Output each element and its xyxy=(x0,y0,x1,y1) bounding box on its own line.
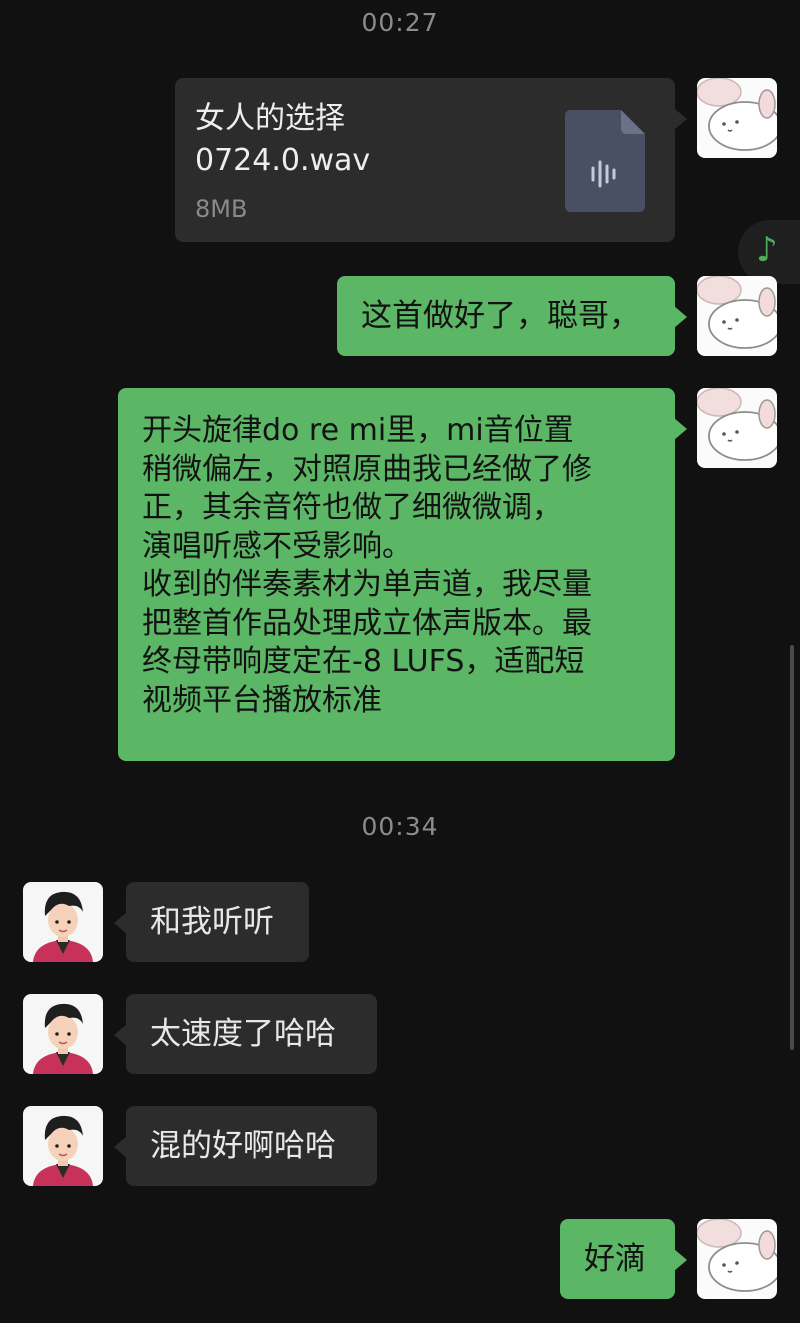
timestamp: 00:27 xyxy=(361,8,439,37)
contact-avatar[interactable] xyxy=(23,994,103,1074)
bunny-avatar-icon xyxy=(697,388,777,468)
bunny-avatar-icon xyxy=(697,1219,777,1299)
cartoon-man-avatar-icon xyxy=(23,1106,103,1186)
file-name: 女人的选择 0724.0.wav xyxy=(195,101,371,178)
timestamp: 00:34 xyxy=(361,812,439,841)
cartoon-man-avatar-icon xyxy=(23,882,103,962)
message-bubble-self[interactable]: 这首做好了，聪哥， xyxy=(337,276,687,356)
self-avatar[interactable] xyxy=(697,1219,777,1299)
audio-file-icon xyxy=(565,110,645,212)
scrollbar[interactable] xyxy=(790,645,794,1050)
message-text: 和我听听 xyxy=(150,904,274,940)
message-text: 这首做好了，聪哥， xyxy=(361,298,640,334)
file-size: 8MB xyxy=(195,195,248,223)
message-bubble-contact[interactable]: 混的好啊哈哈 xyxy=(114,1106,377,1186)
message-text: 太速度了哈哈 xyxy=(150,1016,336,1052)
music-note-icon: ♪ xyxy=(756,230,778,270)
message-text: 开头旋律do re mi里，mi音位置 稍微偏左，对照原曲我已经做了修 正，其余… xyxy=(142,413,592,718)
message-bubble-contact[interactable]: 和我听听 xyxy=(114,882,309,962)
file-message-bubble[interactable]: 女人的选择 0724.0.wav 8MB xyxy=(175,78,687,242)
message-text: 好滴 xyxy=(584,1241,646,1277)
message-text: 混的好啊哈哈 xyxy=(150,1128,336,1164)
contact-avatar[interactable] xyxy=(23,1106,103,1186)
bunny-avatar-icon xyxy=(697,276,777,356)
contact-avatar[interactable] xyxy=(23,882,103,962)
bunny-avatar-icon xyxy=(697,78,777,158)
message-bubble-contact[interactable]: 太速度了哈哈 xyxy=(114,994,377,1074)
message-bubble-self[interactable]: 好滴 xyxy=(560,1219,687,1299)
message-bubble-self[interactable]: 开头旋律do re mi里，mi音位置 稍微偏左，对照原曲我已经做了修 正，其余… xyxy=(118,388,687,761)
self-avatar[interactable] xyxy=(697,78,777,158)
self-avatar[interactable] xyxy=(697,388,777,468)
cartoon-man-avatar-icon xyxy=(23,994,103,1074)
self-avatar[interactable] xyxy=(697,276,777,356)
music-floating-tab[interactable]: ♪ xyxy=(738,220,800,284)
